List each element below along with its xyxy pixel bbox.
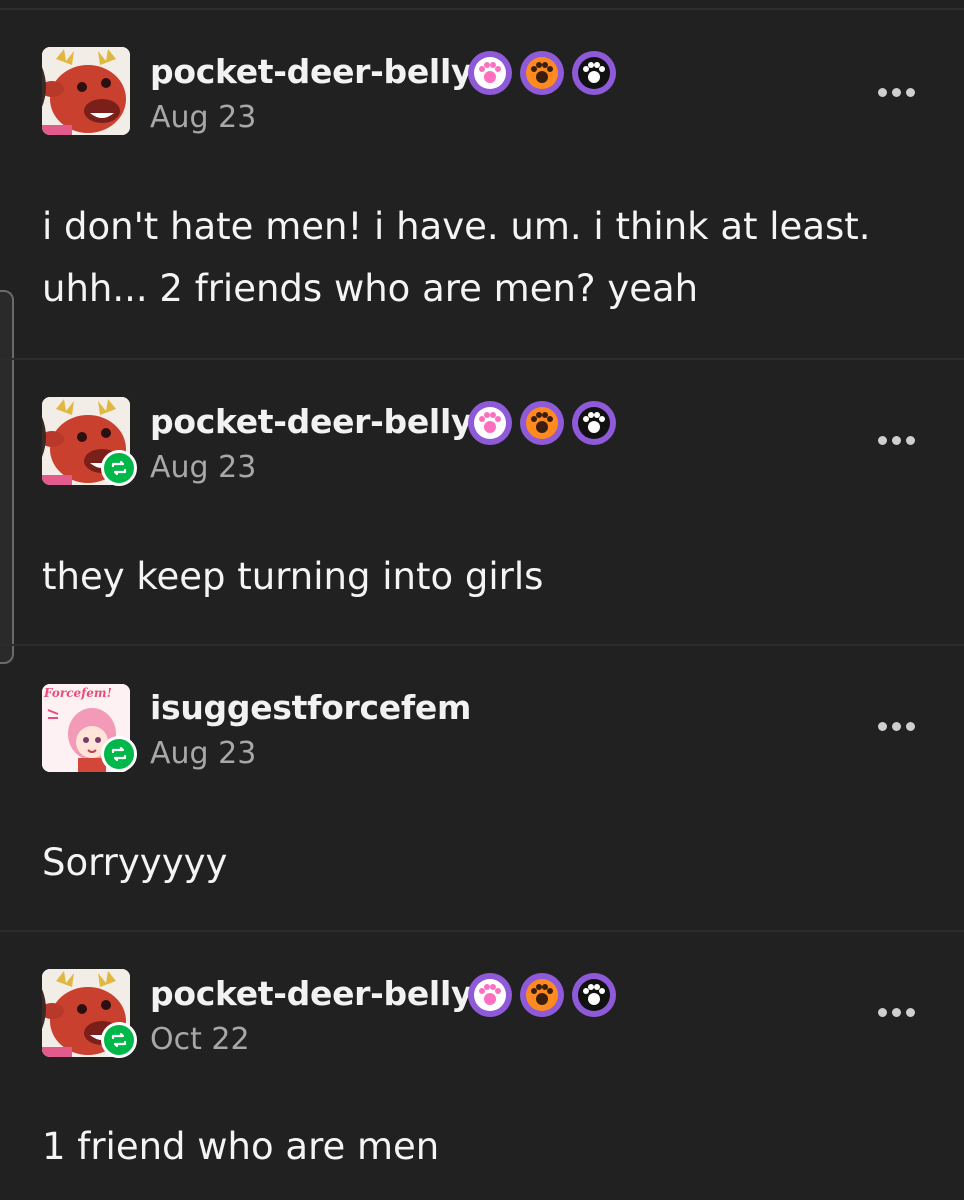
post-date: Aug 23 [150,450,257,485]
more-options-icon[interactable] [878,722,915,731]
post-body-line: 1 friend who are men [42,1125,440,1168]
side-scroll-handle[interactable] [0,290,14,664]
post-divider [0,358,964,360]
paw-icon [583,62,605,83]
black-paw-badge[interactable] [572,51,616,95]
reblog-icon [101,1022,137,1058]
paw-icon [583,984,605,1005]
post-body: they keep turning into girls [42,546,922,608]
post-body: Sorryyyyy [42,832,922,894]
post-divider [0,930,964,932]
post-username[interactable]: isuggestforcefem [150,688,471,727]
orange-paw-badge[interactable] [520,401,564,445]
paw-icon [531,62,553,83]
orange-paw-badge[interactable] [520,51,564,95]
black-paw-badge[interactable] [572,973,616,1017]
post-body-line: they keep turning into girls [42,555,544,598]
post-body: 1 friend who are men [42,1116,922,1178]
orange-paw-badge[interactable] [520,973,564,1017]
post-body-line: Sorryyyyy [42,841,228,884]
more-options-icon[interactable] [878,88,915,97]
badge-group [468,51,616,95]
paw-icon [479,984,501,1005]
pink-paw-badge[interactable] [468,973,512,1017]
post-username[interactable]: pocket-deer-belly [150,974,472,1013]
pink-paw-badge[interactable] [468,51,512,95]
paw-icon [479,62,501,83]
avatar-deer[interactable] [42,47,130,135]
post-divider [0,644,964,646]
post-body-line: i don't hate men! i have. um. i think at… [42,205,871,248]
more-options-icon[interactable] [878,436,915,445]
reblog-icon [101,450,137,486]
post-username[interactable]: pocket-deer-belly [150,52,472,91]
badge-group [468,973,616,1017]
reblog-icon [101,736,137,772]
badge-group [468,401,616,445]
post-body: i don't hate men! i have. um. i think at… [42,196,922,320]
deer-avatar-image [42,47,130,135]
post-username[interactable]: pocket-deer-belly [150,402,472,441]
post-date: Oct 22 [150,1022,250,1057]
black-paw-badge[interactable] [572,401,616,445]
paw-icon [583,412,605,433]
post-date: Aug 23 [150,736,257,771]
post-date: Aug 23 [150,100,257,135]
paw-icon [479,412,501,433]
post-body-line: uhh... 2 friends who are men? yeah [42,267,699,310]
paw-icon [531,412,553,433]
avatar-caption: Forcefem! [44,686,112,700]
paw-icon [531,984,553,1005]
pink-paw-badge[interactable] [468,401,512,445]
top-divider [0,8,964,10]
more-options-icon[interactable] [878,1008,915,1017]
